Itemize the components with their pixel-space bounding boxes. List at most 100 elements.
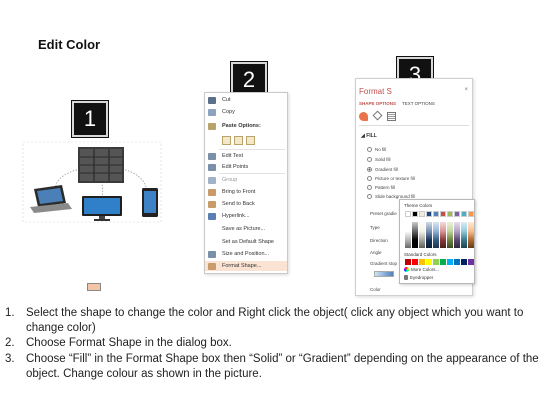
menu-item-label: Size and Position... [222, 251, 270, 257]
color-swatch[interactable] [461, 259, 467, 265]
color-swatch[interactable] [412, 259, 418, 265]
radio-solid-fill[interactable]: Solid fill [367, 157, 391, 162]
color-swatch[interactable] [454, 211, 460, 217]
color-shade-column[interactable] [468, 222, 474, 248]
direction-label: Direction [370, 238, 388, 243]
radio-label: Solid fill [375, 157, 391, 162]
color-swatch[interactable] [454, 259, 460, 265]
more-colors-link[interactable]: More Colors... [404, 267, 439, 272]
type-label: Type [370, 225, 380, 230]
format-shape-icon [208, 262, 216, 270]
close-icon[interactable]: × [464, 87, 468, 93]
color-swatch[interactable] [440, 211, 446, 217]
color-swatch[interactable] [426, 211, 432, 217]
menu-item-size-position[interactable]: Size and Position... [205, 249, 287, 259]
menu-item-label: Copy [222, 109, 235, 115]
color-swatch[interactable] [405, 259, 411, 265]
fill-line-icon[interactable] [359, 112, 368, 121]
color-swatch[interactable] [412, 211, 418, 217]
menu-item-group[interactable]: Group [205, 175, 287, 185]
instruction-text: Choose “Fill” in the Format Shape box th… [26, 352, 539, 380]
color-swatch[interactable] [433, 259, 439, 265]
color-shade-column[interactable] [405, 222, 411, 248]
menu-item-edit-points[interactable]: Edit Points [205, 162, 287, 172]
radio-no-fill[interactable]: No fill [367, 147, 386, 152]
color-shade-column[interactable] [419, 222, 425, 248]
eyedropper-button[interactable]: Eyedropper [404, 275, 433, 280]
theme-colors-label: Theme Colors [404, 203, 433, 208]
menu-item-cut[interactable]: Cut [205, 95, 287, 105]
menu-item-send-to-back[interactable]: Send to Back [205, 199, 287, 209]
menu-item-hyperlink[interactable]: Hyperlink... [205, 211, 287, 221]
standard-colors-label: Standard Colors [404, 252, 437, 257]
instruction-item: 1. Select the shape to change the color a… [5, 306, 553, 336]
color-swatch[interactable] [419, 211, 425, 217]
menu-item-label: Cut [222, 97, 231, 103]
color-shade-column[interactable] [433, 222, 439, 248]
effects-icon[interactable] [372, 110, 383, 121]
menu-item-format-shape[interactable]: Format Shape... [205, 261, 287, 271]
color-swatch[interactable] [468, 211, 474, 217]
menu-divider [219, 149, 285, 150]
color-swatch[interactable] [447, 211, 453, 217]
menu-item-label: Edit Text [222, 153, 243, 159]
color-swatch[interactable] [426, 259, 432, 265]
theme-color-shades [405, 222, 474, 248]
more-colors-label: More Colors... [411, 267, 440, 272]
menu-item-edit-text[interactable]: Edit Text [205, 151, 287, 161]
color-label: Color [370, 287, 381, 292]
color-swatch[interactable] [468, 259, 474, 265]
network-illustration[interactable] [22, 141, 162, 223]
menu-item-label: Send to Back [222, 201, 255, 207]
pane-title: Format S [359, 87, 392, 96]
menu-item-save-as-picture[interactable]: Save as Picture... [205, 224, 287, 234]
server-rack-icon [78, 147, 124, 183]
paste-keep-formatting-icon[interactable] [222, 136, 231, 145]
tablet-icon [142, 188, 158, 217]
color-shade-column[interactable] [447, 222, 453, 248]
menu-item-set-default-shape[interactable]: Set as Default Shape [205, 237, 287, 247]
group-icon [208, 176, 216, 184]
tab-shape-options[interactable]: SHAPE OPTIONS [359, 101, 396, 106]
eyedropper-icon [404, 275, 408, 280]
radio-pattern-fill[interactable]: Pattern fill [367, 185, 395, 190]
bring-front-icon [208, 188, 216, 196]
paste-options-row [222, 136, 255, 145]
color-shade-column[interactable] [412, 222, 418, 248]
menu-item-label: Hyperlink... [222, 213, 250, 219]
color-picker-popup: Theme Colors Standard Colors More Colors… [399, 199, 475, 284]
color-shade-column[interactable] [440, 222, 446, 248]
menu-item-label: Set as Default Shape [222, 239, 274, 245]
size-properties-icon[interactable] [387, 112, 396, 121]
menu-item-label: Group [222, 177, 238, 183]
color-swatch[interactable] [433, 211, 439, 217]
hyperlink-icon [208, 212, 216, 220]
color-swatch[interactable] [405, 211, 411, 217]
color-wheel-icon [404, 267, 409, 272]
menu-item-label: Edit Points [222, 164, 249, 170]
paste-picture-icon[interactable] [234, 136, 243, 145]
menu-divider [219, 173, 285, 174]
fill-section-header[interactable]: ◢ FILL [361, 133, 377, 139]
color-swatch[interactable] [419, 259, 425, 265]
radio-label: Gradient fill [375, 167, 398, 172]
color-swatch[interactable] [440, 259, 446, 265]
color-shade-column[interactable] [454, 222, 460, 248]
color-shade-column[interactable] [426, 222, 432, 248]
color-picker-button[interactable] [87, 283, 101, 291]
tab-text-options[interactable]: TEXT OPTIONS [402, 101, 435, 106]
pane-icon-row [359, 110, 396, 121]
radio-gradient-fill[interactable]: Gradient fill [367, 167, 398, 172]
menu-item-bring-to-front[interactable]: Bring to Front [205, 187, 287, 197]
radio-button [367, 147, 372, 152]
instruction-text: Choose Format Shape in the dialog box. [26, 337, 232, 350]
gradient-stops-slider[interactable] [374, 271, 394, 277]
menu-item-copy[interactable]: Copy [205, 107, 287, 117]
radio-picture-fill[interactable]: Picture or texture fill [367, 176, 415, 181]
paste-text-only-icon[interactable] [246, 136, 255, 145]
radio-button [367, 185, 372, 190]
color-shade-column[interactable] [461, 222, 467, 248]
color-swatch[interactable] [447, 259, 453, 265]
step-1-badge: 1 [72, 101, 108, 137]
color-swatch[interactable] [461, 211, 467, 217]
